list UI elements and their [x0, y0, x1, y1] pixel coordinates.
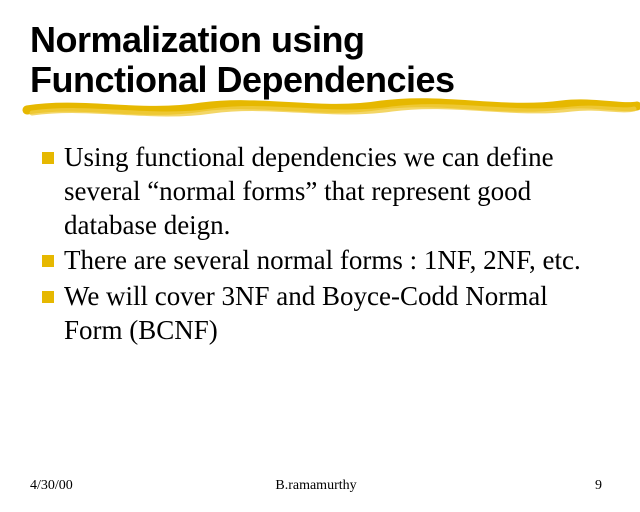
bullet-item: We will cover 3NF and Boyce-Codd Normal …	[42, 280, 610, 348]
slide-footer: 4/30/00 B.ramamurthy 9	[30, 478, 610, 494]
bullet-text: There are several normal forms : 1NF, 2N…	[64, 244, 610, 278]
bullet-text: Using functional dependencies we can def…	[64, 141, 610, 242]
bullet-item: Using functional dependencies we can def…	[42, 141, 610, 242]
title-line-1: Normalization using	[30, 19, 365, 60]
bullet-marker-icon	[42, 152, 54, 164]
bullet-text: We will cover 3NF and Boyce-Codd Normal …	[64, 280, 610, 348]
bullet-marker-icon	[42, 291, 54, 303]
bullet-list: Using functional dependencies we can def…	[30, 141, 610, 478]
title-line-2: Functional Dependencies	[30, 59, 455, 100]
bullet-marker-icon	[42, 255, 54, 267]
footer-author: B.ramamurthy	[130, 478, 502, 494]
brush-stroke-icon	[22, 95, 640, 125]
bullet-item: There are several normal forms : 1NF, 2N…	[42, 244, 610, 278]
title-underline	[30, 101, 610, 127]
slide-title: Normalization using Functional Dependenc…	[30, 20, 610, 99]
footer-date: 4/30/00	[30, 478, 130, 494]
slide: Normalization using Functional Dependenc…	[0, 0, 640, 512]
footer-page-number: 9	[502, 478, 602, 494]
